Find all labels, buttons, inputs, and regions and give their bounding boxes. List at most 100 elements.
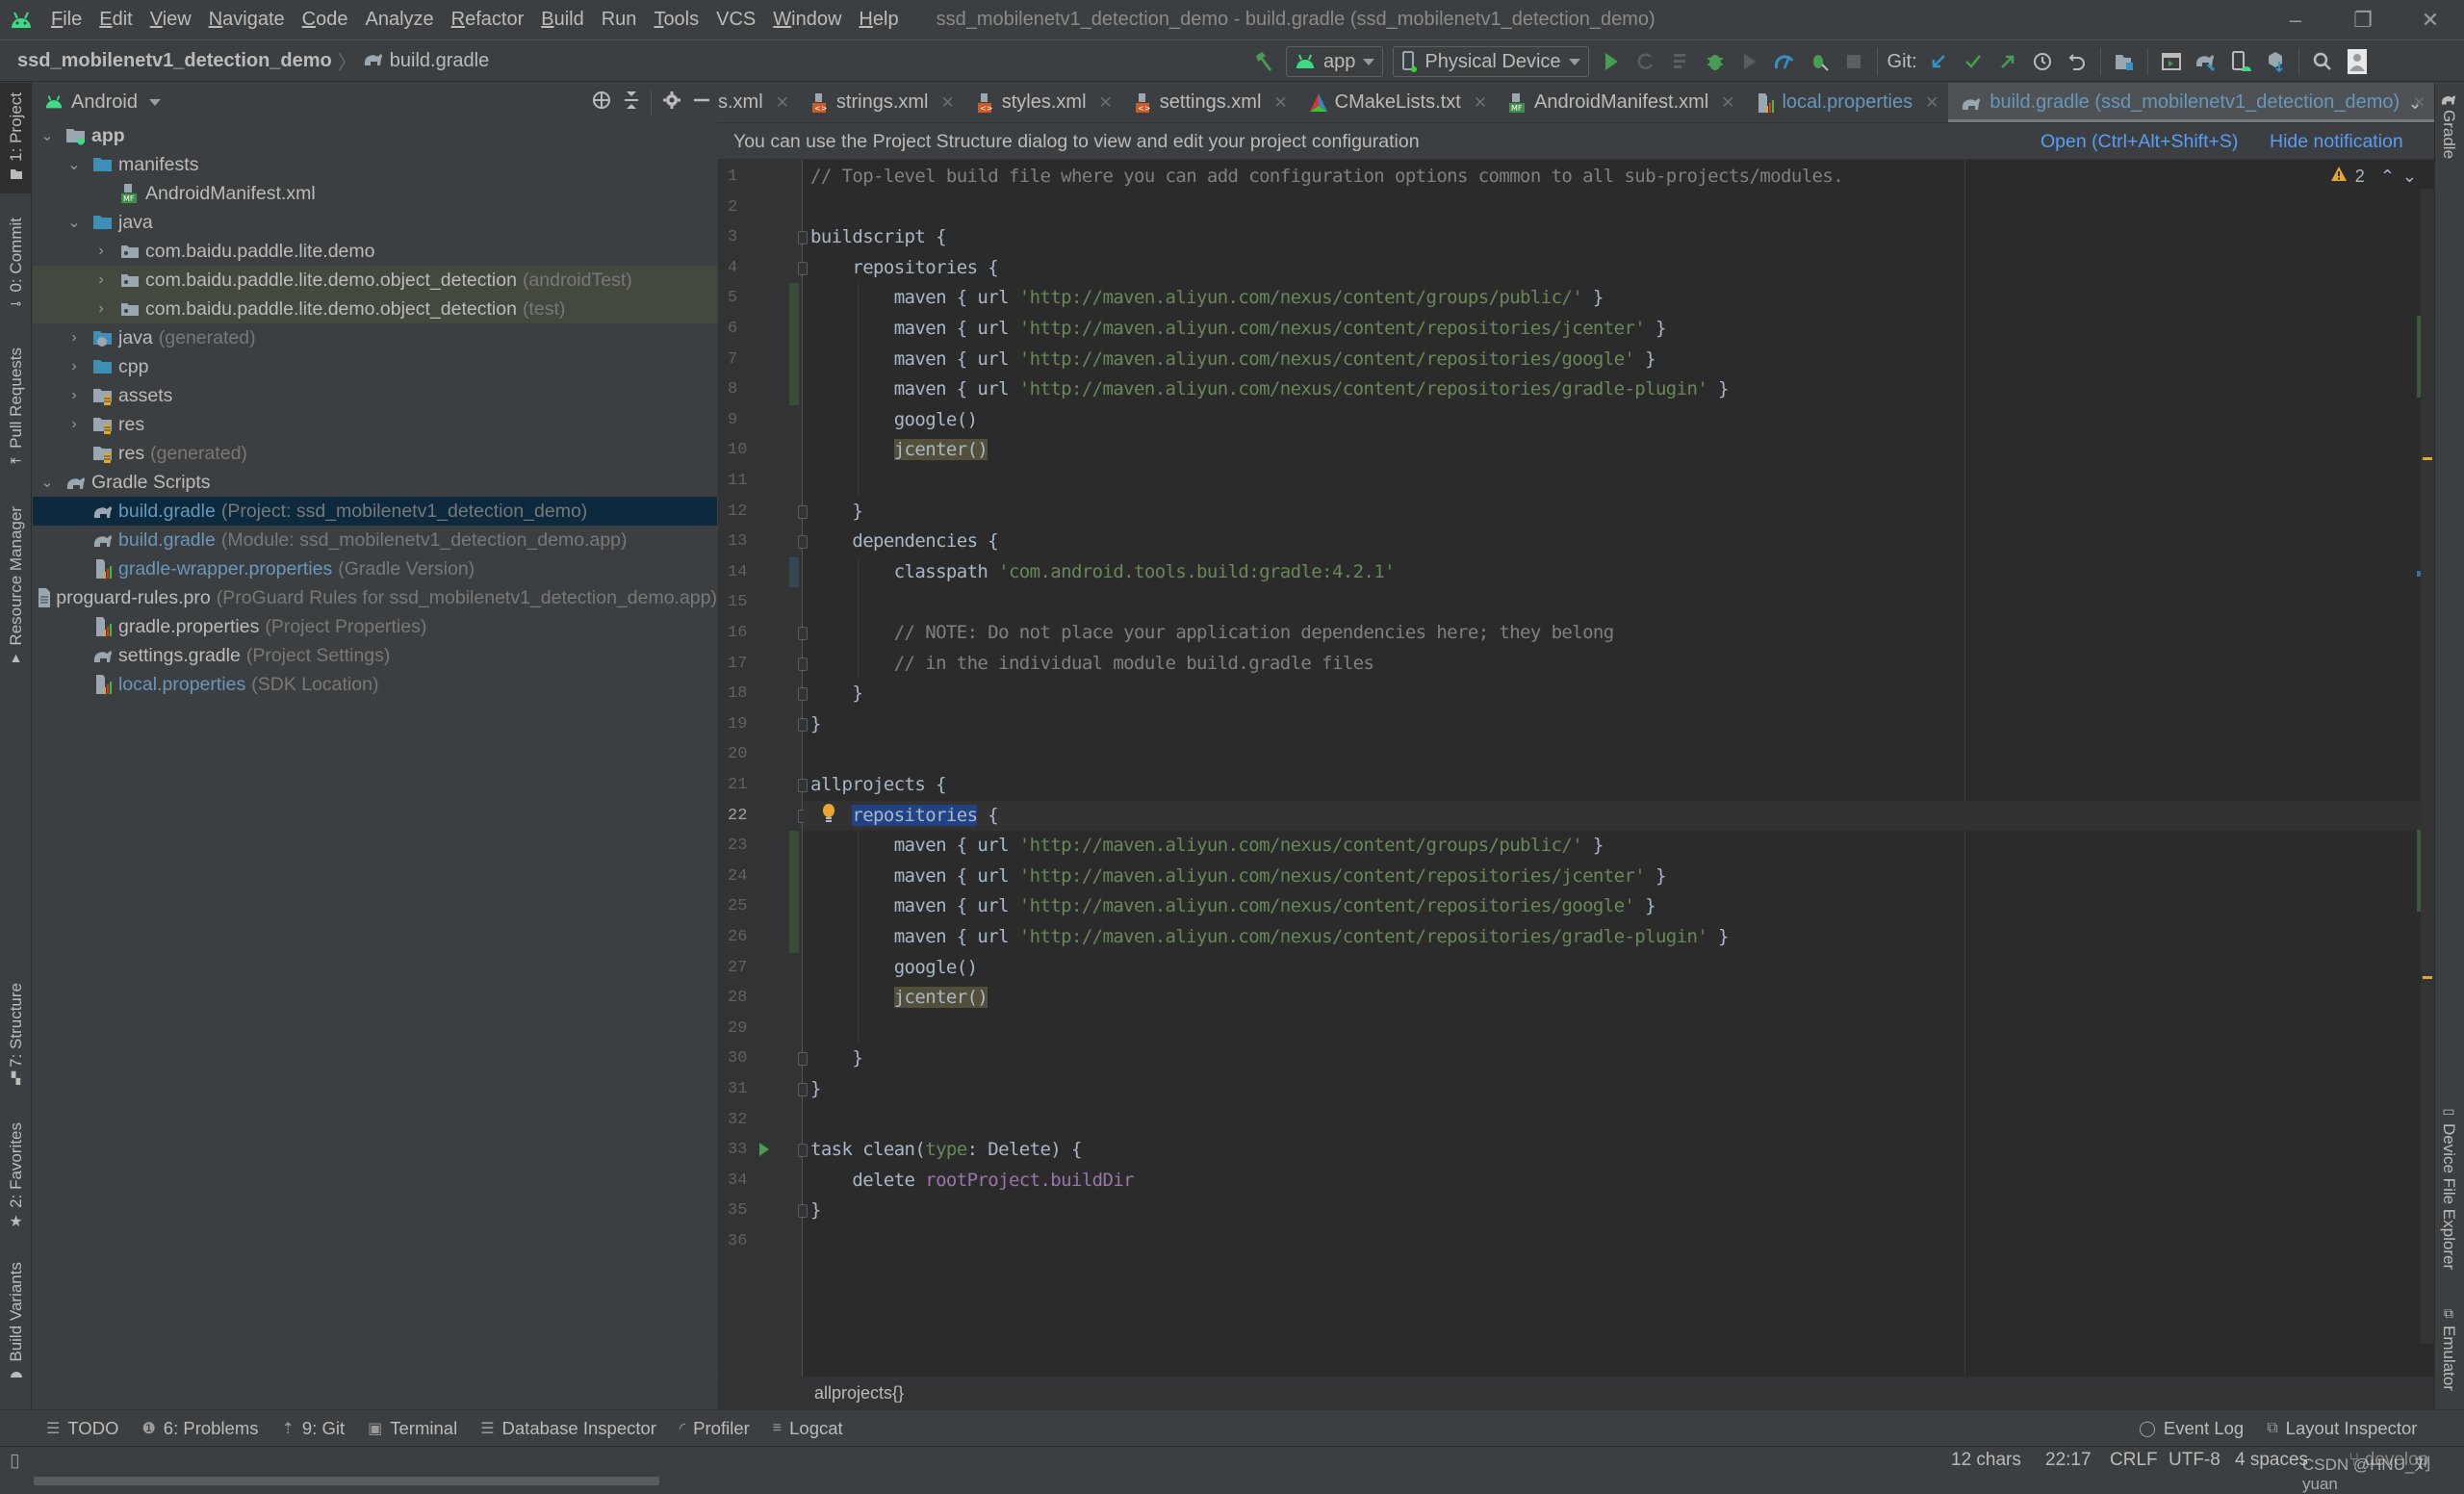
attach-debugger-icon[interactable] — [1804, 46, 1835, 77]
tool-tab-database-inspector[interactable]: ☰ Database Inspector — [469, 1410, 668, 1447]
close-tab-icon[interactable]: ✕ — [1925, 93, 1938, 113]
close-tab-icon[interactable]: ✕ — [1273, 93, 1287, 113]
fold-marker-icon[interactable] — [798, 261, 808, 275]
editor-tab[interactable]: build.gradle (ssd_mobilenetv1_detection_… — [1948, 83, 2434, 122]
editor-tab[interactable]: CMakeLists.txt ✕ — [1297, 83, 1497, 122]
debug-icon[interactable] — [1700, 46, 1731, 77]
tool-tab-layout-inspector[interactable]: ⧉ Layout Inspector — [2255, 1410, 2428, 1447]
locate-target-icon[interactable] — [591, 90, 612, 116]
menu-tools[interactable]: Tools — [645, 9, 707, 31]
menu-vcs[interactable]: VCS — [707, 9, 764, 31]
menu-navigate[interactable]: Navigate — [200, 9, 294, 31]
tree-item[interactable]: › java (generated) — [33, 323, 717, 352]
search-icon[interactable] — [2307, 46, 2338, 77]
hide-panel-icon[interactable] — [692, 90, 711, 116]
fold-marker-icon[interactable] — [798, 504, 808, 519]
chevron-down-icon[interactable]: ⌄ — [38, 126, 56, 145]
tree-item[interactable]: › com.baidu.paddle.lite.demo.object_detec… — [33, 266, 717, 295]
menu-analyze[interactable]: Analyze — [356, 9, 442, 31]
tool-tab-device-file-explorer[interactable]: ▭ Device File Explorer — [2439, 1103, 2458, 1270]
status-caret-position[interactable]: 22:17 — [2045, 1450, 2092, 1471]
fold-marker-icon[interactable] — [798, 627, 808, 640]
git-push-icon[interactable] — [1992, 46, 2023, 77]
menu-file[interactable]: File — [42, 9, 90, 31]
tree-item[interactable]: local.properties (SDK Location) — [33, 670, 717, 699]
tree-item[interactable]: settings.gradle (Project Settings) — [33, 641, 717, 670]
menu-edit[interactable]: Edit — [90, 9, 141, 31]
tab-list-chevron-down-icon[interactable]: ⌄ — [2396, 83, 2434, 122]
fold-marker-icon[interactable] — [798, 231, 808, 245]
tool-tab-todo[interactable]: ☰ TODO — [35, 1410, 130, 1447]
tool-tab-logcat[interactable]: ≡ Logcat — [761, 1410, 855, 1447]
tool-tab-event-log[interactable]: ◯ Event Log — [2127, 1410, 2255, 1447]
avd-manager-icon[interactable] — [2225, 46, 2256, 77]
git-commit-icon[interactable] — [1958, 46, 1989, 77]
run-anything-icon[interactable] — [2156, 46, 2187, 77]
warning-stripe-marker[interactable] — [2423, 976, 2432, 979]
tree-item[interactable]: › res — [33, 410, 717, 439]
fold-marker-icon[interactable] — [798, 1204, 808, 1219]
menu-view[interactable]: View — [141, 9, 200, 31]
tool-tab-commit[interactable]: 0: Commit ⊸ — [0, 218, 32, 333]
status-indent[interactable]: 4 spaces — [2235, 1450, 2308, 1471]
chevron-right-icon[interactable]: › — [92, 243, 110, 260]
breadcrumb-project[interactable]: ssd_mobilenetv1_detection_demo — [17, 50, 332, 72]
inspection-widget[interactable]: 2 ⌃ ⌄ — [2330, 166, 2417, 188]
sdk-manager-icon[interactable] — [2260, 46, 2291, 77]
hide-notification-link[interactable]: Hide notification — [2270, 131, 2403, 153]
editor-tab[interactable]: s.xml ✕ — [718, 83, 799, 122]
tree-item[interactable]: gradle-wrapper.properties (Gradle Version… — [33, 554, 717, 583]
run-with-coverage-icon[interactable] — [1734, 46, 1765, 77]
tree-item[interactable]: res (generated) — [33, 439, 717, 468]
tool-tab-pull-requests[interactable]: Pull Requests ⇤ — [0, 348, 32, 473]
fold-marker-icon[interactable] — [798, 1052, 808, 1067]
tool-tab-build-variants[interactable]: Build Variants — [0, 1262, 32, 1392]
close-tab-icon[interactable]: ✕ — [941, 93, 955, 113]
vcs-change-marker[interactable] — [789, 556, 799, 588]
editor-vertical-scrollbar[interactable] — [2421, 189, 2434, 1344]
tree-item[interactable]: build.gradle (Project: ssd_mobilenetv1_de… — [33, 497, 717, 526]
history-clock-icon[interactable] — [2027, 46, 2058, 77]
editor-tab[interactable]: <> styles.xml ✕ — [964, 83, 1122, 122]
open-project-structure-link[interactable]: Open (Ctrl+Alt+Shift+S) — [2040, 131, 2238, 153]
user-avatar-icon[interactable] — [2342, 46, 2373, 77]
tree-item[interactable]: › cpp — [33, 352, 717, 381]
tree-item[interactable]: proguard-rules.pro (ProGuard Rules for ss… — [33, 583, 717, 612]
tree-item[interactable]: › com.baidu.paddle.lite.demo.object_detec… — [33, 295, 717, 323]
sync-gradle-icon[interactable] — [2191, 46, 2221, 77]
warning-stripe-marker[interactable] — [2423, 457, 2432, 460]
make-project-hammer-icon[interactable] — [1248, 46, 1279, 77]
fold-marker-icon[interactable] — [798, 717, 808, 732]
chevron-down-icon[interactable]: ⌄ — [38, 473, 56, 492]
rollback-icon[interactable] — [2062, 46, 2092, 77]
tool-tab-git[interactable]: ⇡ 9: Git — [270, 1410, 357, 1447]
editor-tab[interactable]: <> settings.xml ✕ — [1122, 83, 1297, 122]
close-tab-icon[interactable]: ✕ — [1474, 93, 1487, 113]
chevron-right-icon[interactable]: › — [65, 329, 83, 347]
close-tab-icon[interactable]: ✕ — [1099, 93, 1113, 113]
tree-item[interactable]: › assets — [33, 381, 717, 410]
tool-tab-problems[interactable]: ❶ 6: Problems — [130, 1410, 270, 1447]
breadcrumb-file[interactable]: build.gradle — [363, 50, 489, 73]
fold-marker-icon[interactable] — [798, 1083, 808, 1096]
tree-item[interactable]: ⌄ app — [33, 121, 717, 150]
chevron-right-icon[interactable]: › — [65, 358, 83, 375]
chevron-right-icon[interactable]: › — [92, 271, 110, 289]
menu-refactor[interactable]: Refactor — [443, 9, 533, 31]
minimize-button[interactable]: – — [2262, 0, 2329, 40]
next-highlight-chevron-down-icon[interactable]: ⌄ — [2402, 167, 2417, 187]
code-editor[interactable]: 1 2 3 4 5 6 7 8 9 10 11 12 13 14 15 16 17 18 19 20 21 22 23 24 2… — [718, 160, 2434, 1377]
menu-build[interactable]: Build — [532, 9, 592, 31]
menu-code[interactable]: Code — [294, 9, 357, 31]
restore-button[interactable]: ❐ — [2329, 0, 2397, 40]
stop-icon[interactable] — [1838, 46, 1869, 77]
fold-marker-icon[interactable] — [798, 535, 808, 550]
chevron-right-icon[interactable]: › — [65, 387, 83, 404]
editor-tab[interactable]: local.properties ✕ — [1744, 83, 1948, 122]
fold-marker-icon[interactable] — [798, 1144, 808, 1158]
horizontal-scrollbar[interactable] — [34, 1477, 659, 1485]
editor-tab[interactable]: <> strings.xml ✕ — [799, 83, 964, 122]
tool-tab-resource-manager[interactable]: Resource Manager ▲ — [0, 506, 32, 670]
profile-icon[interactable] — [1769, 46, 1800, 77]
tree-item[interactable]: MF AndroidManifest.xml — [33, 179, 717, 208]
